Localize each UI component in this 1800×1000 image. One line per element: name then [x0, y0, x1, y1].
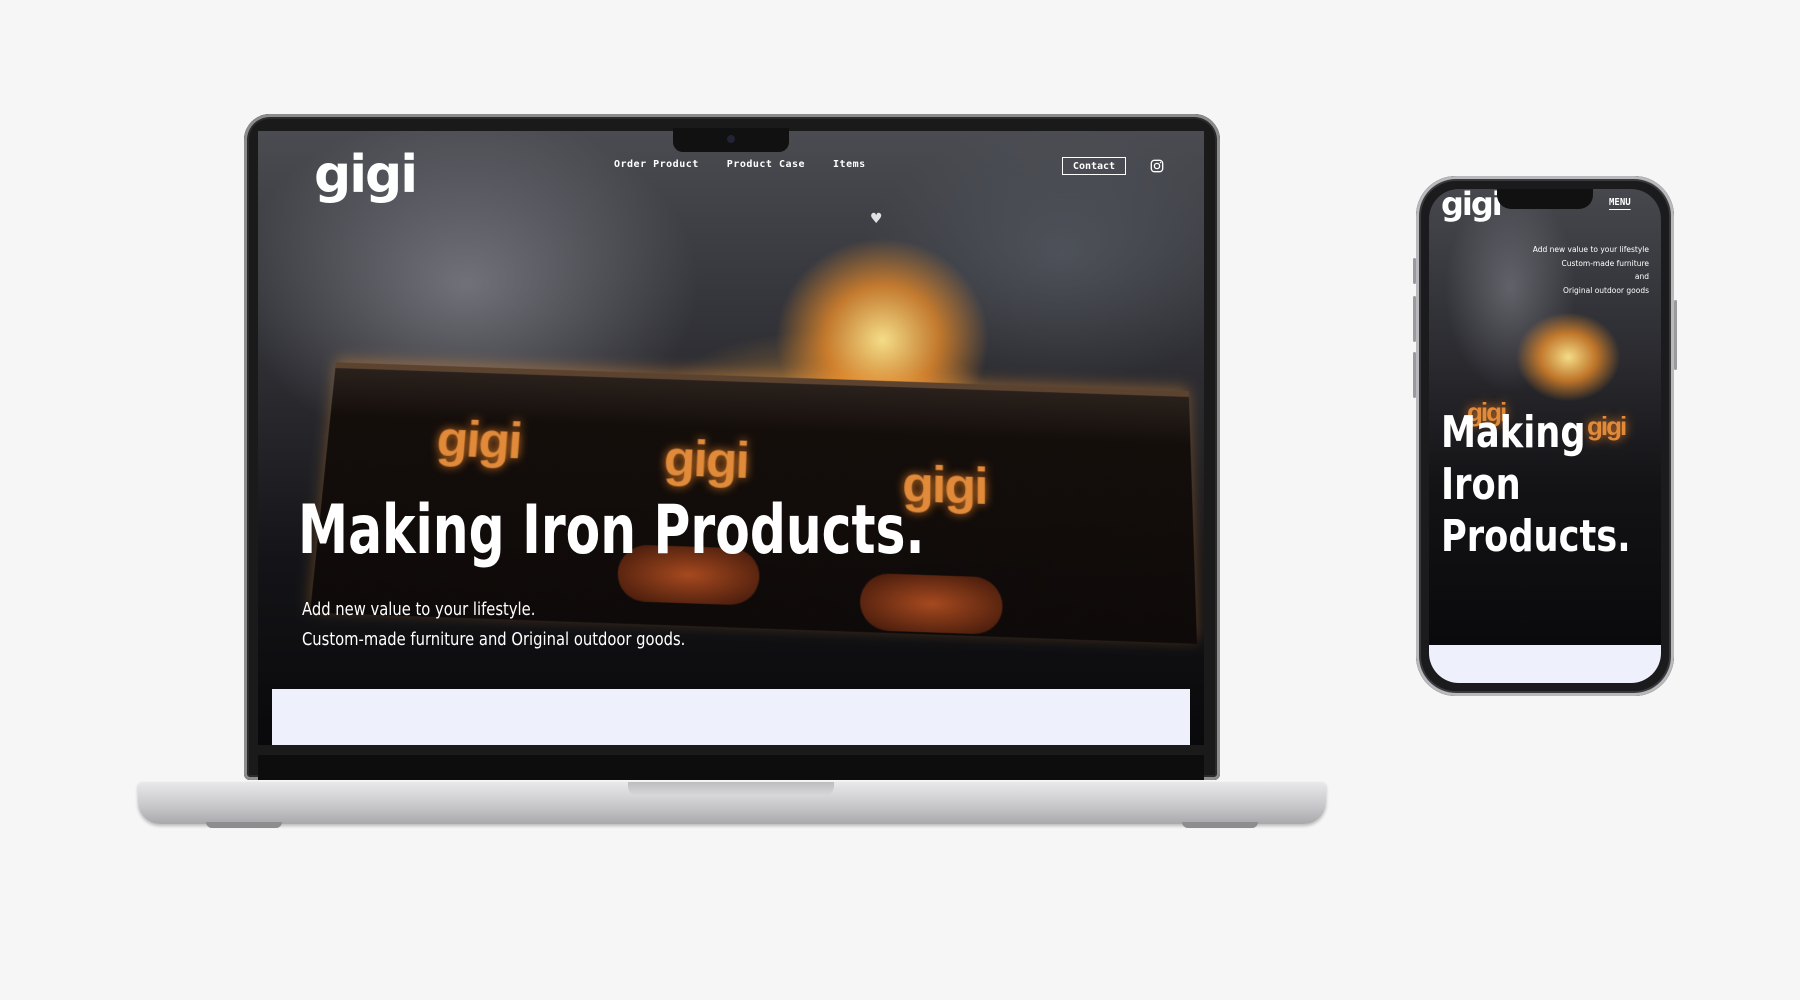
grill-engraving: gigi — [434, 410, 523, 471]
nav-items[interactable]: Items — [833, 159, 866, 170]
mobile-hero-heading: Making Iron Products. — [1441, 407, 1631, 563]
mobile-hero-heading-line: Iron — [1441, 459, 1521, 510]
laptop-screen: gigi gigi gigi ♥ gigi Order Product Prod… — [258, 131, 1204, 745]
grill-engraving: gigi — [662, 430, 749, 490]
laptop-chin — [258, 755, 1204, 780]
hero-heading: Making Iron Products. — [298, 491, 925, 570]
instagram-icon[interactable] — [1150, 159, 1164, 173]
heart-icon: ♥ — [870, 211, 883, 227]
mobile-site-logo[interactable]: gigi — [1441, 189, 1503, 223]
mobile-tagline-line: Custom-made furniture — [1561, 258, 1649, 268]
nav-order-product[interactable]: Order Product — [614, 159, 699, 170]
phone-notch — [1497, 189, 1593, 209]
site-logo[interactable]: gigi — [314, 145, 418, 205]
mobile-tagline-line: and — [1634, 272, 1649, 281]
next-section-band — [272, 689, 1190, 745]
mobile-hero-heading-line: Making — [1441, 407, 1586, 458]
phone-side-button — [1674, 300, 1677, 370]
hero-subtitle-line-2: Custom-made furniture and Original outdo… — [302, 629, 686, 650]
contact-button[interactable]: Contact — [1062, 157, 1126, 175]
laptop-open-notch — [628, 782, 834, 796]
grill-slot — [859, 572, 1003, 635]
laptop-camera-notch — [673, 128, 789, 152]
laptop-foot — [206, 822, 282, 828]
mobile-menu-button[interactable]: MENU — [1609, 197, 1631, 210]
mobile-hero-heading-line: Products. — [1441, 511, 1631, 562]
device-mockup-stage: gigi gigi gigi ♥ gigi Order Product Prod… — [0, 0, 1800, 1000]
hero-subtitle-line-1: Add new value to your lifestyle. — [302, 599, 536, 620]
camera-icon — [727, 135, 735, 143]
mobile-next-section-band — [1429, 645, 1661, 683]
phone-screen: gigi gigi gigi MENU Add new value to you… — [1429, 189, 1661, 683]
mobile-tagline: Add new value to your lifestyle Custom-m… — [1509, 243, 1649, 297]
nav-product-case[interactable]: Product Case — [727, 159, 805, 170]
main-nav: Order Product Product Case Items — [614, 159, 866, 170]
mobile-tagline-line: Add new value to your lifestyle — [1532, 245, 1649, 254]
mobile-tagline-line: Original outdoor goods — [1562, 285, 1649, 295]
laptop-foot — [1182, 822, 1258, 828]
